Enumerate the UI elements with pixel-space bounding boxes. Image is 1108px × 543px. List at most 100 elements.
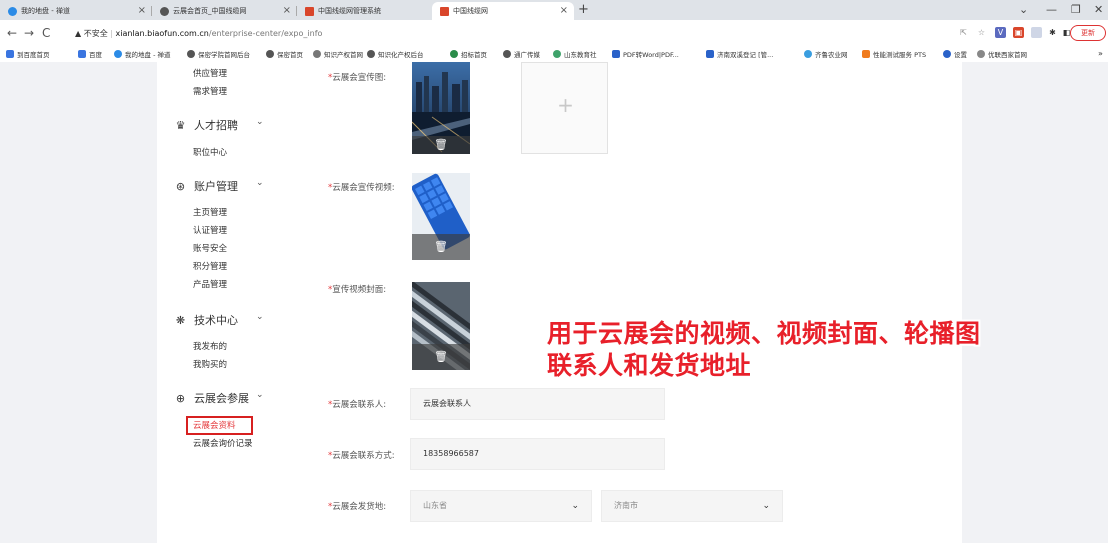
forward-icon[interactable]: → [24,26,34,40]
sidebar-item-certification[interactable]: 认证管理 [193,224,227,236]
trash-icon[interactable]: 🗑 [434,240,448,254]
phone-label: *云展会联系方式: [328,449,395,461]
bookmark-item[interactable]: 招标首页 [450,49,487,59]
browser-tab-active[interactable]: 中国线缆网 × [432,2,574,20]
close-icon[interactable]: × [138,5,146,16]
browser-tab[interactable]: 中国线缆网管理系统 [297,2,432,20]
image-upload-box[interactable]: + [521,62,608,154]
chevron-down-icon: ⌄ [256,117,264,127]
more-bookmarks-icon[interactable]: » [1098,49,1103,58]
minimize-icon[interactable]: — [1046,3,1057,16]
sidebar-item-expo-inquiry[interactable]: 云展会询价记录 [193,437,253,449]
bookmark-label: 我的地盘 - 禅道 [125,51,171,59]
extension-v-icon[interactable]: V [995,27,1006,38]
farm-icon [804,50,812,58]
page-body: 供应管理 需求管理 ♛ 人才招聘 ⌄ 职位中心 ⊛ 账户管理 ⌄ 主页管理 认证… [0,62,1108,543]
bookmark-item[interactable]: 百度 [78,49,102,59]
chevron-down-icon: ⌄ [256,178,264,188]
sidebar-item-purchased[interactable]: 我购买的 [193,358,227,370]
bookmark-item[interactable]: 山东教育社 [553,49,597,59]
window-close-icon[interactable]: ✕ [1094,3,1103,16]
sidebar-group-account[interactable]: ⊛ 账户管理 ⌄ [174,178,264,194]
bookmark-label: 到百度首页 [17,51,50,59]
bookmark-label: 优联西家首网 [988,51,1027,59]
annotation-line-2: 联系人和发货地址 [547,351,752,380]
bookmark-item[interactable]: 通广传媒 [503,49,540,59]
globe-icon [187,50,195,58]
contact-input[interactable]: 云展会联系人 [410,388,665,420]
label-text: 云展会发货地: [332,502,387,512]
promo-image-label: *云展会宣传图: [328,71,386,83]
reload-icon[interactable]: C [42,26,50,40]
sidebar-item-homepage[interactable]: 主页管理 [193,206,227,218]
bookmark-item[interactable]: 优联西家首网 [977,49,1027,59]
trash-icon[interactable]: 🗑 [434,138,448,152]
bookmark-item[interactable]: PDF转Word|PDF... [612,49,679,59]
phone-input[interactable]: 18358966587 [410,438,665,470]
close-icon[interactable]: × [560,5,568,16]
bookmark-item[interactable]: 设置 [943,49,967,59]
promo-image-thumbnail[interactable]: 🗑 [412,62,470,154]
tech-icon: ❋ [175,313,186,327]
sidebar-group-label: 账户管理 [194,180,238,193]
trash-icon[interactable]: 🗑 [434,350,448,364]
sidebar-group-label: 人才招聘 [194,119,238,132]
bookmark-item[interactable]: 齐鲁农业网 [804,49,848,59]
city-select[interactable]: 济南市 ⌄ [601,490,783,522]
close-icon[interactable]: × [283,5,291,16]
back-icon[interactable]: ← [7,26,17,40]
globe-icon [266,50,274,58]
bookmark-item[interactable]: 到百度首页 [6,49,50,59]
expo-icon: ⊕ [175,391,186,405]
puzzle-icon[interactable]: ✱ [1047,27,1058,38]
update-button[interactable]: 更新 [1070,25,1106,41]
province-select[interactable]: 山东省 ⌄ [410,490,592,522]
url-path: /enterprise-center/expo_info [208,29,323,38]
talent-icon: ♛ [175,118,186,132]
zentao-icon [8,6,17,16]
extension-icon[interactable] [1031,27,1042,38]
plus-icon: + [557,93,574,117]
video-cover-thumbnail[interactable]: 🗑 [412,282,470,370]
sidebar-item-security[interactable]: 账号安全 [193,242,227,254]
sidebar-group-expo[interactable]: ⊕ 云展会参展 ⌄ [174,390,264,406]
browser-tab[interactable]: 我的地盘 - 禅道 × [0,2,152,20]
label-text: 云展会宣传视频: [332,183,395,193]
bookmark-item[interactable]: 保密学院首网后台 [187,49,250,59]
sidebar-group-talent[interactable]: ♛ 人才招聘 ⌄ [174,117,264,133]
sidebar-item-jobs[interactable]: 职位中心 [193,146,227,158]
tab-title: 中国线缆网 [453,7,488,15]
security-label: 不安全 [83,29,108,38]
sidebar-group-tech[interactable]: ❋ 技术中心 ⌄ [174,312,264,328]
bookmark-item[interactable]: 性能测试服务 PTS [862,49,926,59]
sidebar-item-supply[interactable]: 供应管理 [193,67,227,79]
tab-search-icon[interactable]: ⌄ [1019,3,1028,16]
url-field[interactable]: ▲ 不安全 | xianlan.biaofun.com.cn/enterpris… [75,28,322,39]
bookmark-label: 招标首页 [461,51,487,59]
address-bar: ← → C ▲ 不安全 | xianlan.biaofun.com.cn/ent… [0,20,1108,46]
bookmark-item[interactable]: 济南双溪登记 [管... [706,49,773,59]
sidebar-item-products[interactable]: 产品管理 [193,278,227,290]
warning-icon: ▲ [75,29,82,38]
restore-icon[interactable]: ❐ [1071,3,1081,16]
extension-pdf-icon[interactable]: ▣ [1013,27,1024,38]
bookmark-item[interactable]: 知识产权首网 [313,49,363,59]
bookmark-item[interactable]: 知识化产权后台 [367,49,424,59]
new-tab-button[interactable]: + [578,2,589,17]
share-icon[interactable]: ⇱ [958,27,969,38]
account-icon: ⊛ [175,179,186,193]
bookmark-item[interactable]: 我的地盘 - 禅道 [114,49,170,59]
globe-icon [160,6,169,16]
sidebar-item-points[interactable]: 积分管理 [193,260,227,272]
bookmark-item[interactable]: 保密首页 [266,49,303,59]
bookmark-label: 山东教育社 [564,51,597,59]
globe-icon [977,50,985,58]
chevron-down-icon: ⌄ [762,501,770,511]
sidebar-item-demand[interactable]: 需求管理 [193,85,227,97]
sidebar-item-published[interactable]: 我发布的 [193,340,227,352]
star-icon[interactable]: ☆ [976,27,987,38]
browser-tab[interactable]: 云展会首页_中国线缆网 × [152,2,297,20]
province-value: 山东省 [423,501,447,510]
promo-video-thumbnail[interactable]: 🗑 [412,173,470,260]
globe-icon [503,50,511,58]
